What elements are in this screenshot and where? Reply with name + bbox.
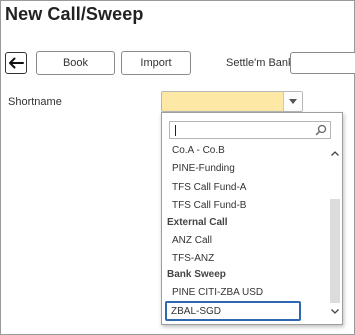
list-item[interactable]: ANZ Call [162,233,330,249]
group-header-external-call: External Call [167,217,228,228]
page-title: New Call/Sweep [5,4,144,24]
shortname-dropdown: Co.A - Co.B PINE-Funding TFS Call Fund-A… [161,112,343,325]
list-item[interactable]: PINE-Funding [162,161,330,177]
list-item[interactable]: TFS-ANZ [162,251,330,267]
settle-bank-label: Settle'm Bank [226,57,294,69]
scrollbar-thumb[interactable] [330,199,340,303]
scroll-up-icon[interactable] [329,147,340,159]
search-icon [315,124,327,136]
list-item[interactable]: Co.A - Co.B [162,143,330,159]
back-button[interactable] [5,52,27,74]
group-header-bank-sweep: Bank Sweep [167,269,226,280]
chevron-down-icon [289,99,297,104]
shortname-select[interactable] [161,91,303,112]
settle-bank-input[interactable] [290,52,355,74]
dropdown-scrollbar[interactable] [329,143,340,323]
list-item[interactable]: TFS Call Fund-B [162,198,330,214]
dropdown-search-input[interactable] [169,121,331,139]
import-button[interactable]: Import [121,51,191,75]
list-item[interactable]: TFS Call Fund-A [162,180,330,196]
text-cursor [175,125,176,136]
book-button[interactable]: Book [36,51,115,75]
list-item-highlighted[interactable]: ZBAL-SGD [165,301,301,321]
dropdown-toggle[interactable] [283,92,302,111]
arrow-left-icon [9,57,24,69]
scroll-down-icon[interactable] [329,305,340,317]
list-item[interactable]: PINE CITI-ZBA USD [162,285,330,301]
shortname-label: Shortname [8,96,62,108]
